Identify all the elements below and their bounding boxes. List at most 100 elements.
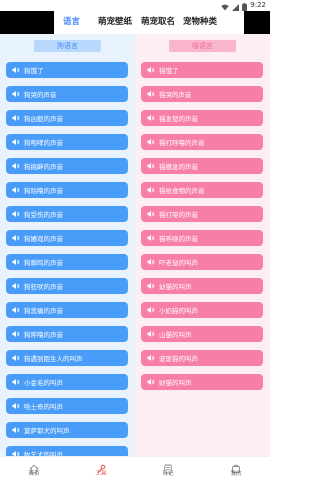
tab-pet-wallpaper[interactable]: 萌宠壁纸 xyxy=(98,11,132,34)
cat-sound-item[interactable]: 波斯猫的叫声 xyxy=(141,350,263,366)
speaker-icon xyxy=(12,210,20,218)
cat-sound-label: 山猫的叫声 xyxy=(159,331,192,339)
speaker-icon xyxy=(12,186,20,194)
dog-sound-item[interactable]: 狗狂吠的声音 xyxy=(6,278,128,294)
speaker-icon xyxy=(147,378,155,386)
dog-sound-item[interactable]: 狗嬉戏的声音 xyxy=(6,230,128,246)
speaker-icon xyxy=(12,354,20,362)
speaker-icon xyxy=(147,186,155,194)
speaker-icon xyxy=(12,258,20,266)
profile-icon xyxy=(231,459,241,473)
dog-sound-item[interactable]: 狗悲痛的声音 xyxy=(6,302,128,318)
speaker-icon xyxy=(12,378,20,386)
tabbar-left-block xyxy=(0,11,54,34)
dog-language-column: 狗语言 狗饿了 狗哭的声音 狗凶狠的声音 狗咆哮的声音 狗挑衅的声音 狗咕噜的声音 狗受伤的… xyxy=(0,34,135,456)
cat-sound-item[interactable]: 财猫的叫声 xyxy=(141,374,263,390)
dog-sound-item[interactable]: 狗受伤的声音 xyxy=(6,206,128,222)
home-icon xyxy=(29,459,39,474)
speaker-icon xyxy=(12,402,20,410)
cat-sound-item[interactable]: 猫打架的声音 xyxy=(141,206,263,222)
cat-sound-item[interactable]: 吓老鼠的叫声 xyxy=(141,254,263,270)
nav-home-label: 首页 xyxy=(28,471,40,477)
dog-sound-label: 狗遇到陌生人的叫声 xyxy=(24,355,83,363)
cat-column-header: 喵语言 xyxy=(169,40,236,52)
status-icons: 9:22 xyxy=(221,1,266,11)
dog-sound-label: 狗饿了 xyxy=(24,67,44,75)
dog-sound-item[interactable]: 狗咕噜的声音 xyxy=(6,182,128,198)
cat-sound-item[interactable]: 猫哭的声音 xyxy=(141,86,263,102)
dog-sound-item[interactable]: 狗咆哮的声音 xyxy=(6,134,128,150)
cat-sound-item[interactable]: 小奶猫的叫声 xyxy=(141,302,263,318)
nav-diary-label: 日记 xyxy=(162,471,174,477)
dog-sound-item[interactable]: 牧羊犬的叫声 xyxy=(6,446,128,456)
dog-sound-label: 莫萨耶犬的叫声 xyxy=(24,427,70,435)
dog-sound-label: 狗嘶鸣的声音 xyxy=(24,259,63,267)
speaker-icon xyxy=(12,114,20,122)
dog-sound-item[interactable]: 狗哭的声音 xyxy=(6,86,128,102)
dog-sound-label: 狗狂吠的声音 xyxy=(24,283,63,291)
speaker-icon xyxy=(12,234,20,242)
dog-sound-label: 狗凶狠的声音 xyxy=(24,115,63,123)
dog-sound-item[interactable]: 哈士奇的叫声 xyxy=(6,398,128,414)
cat-sound-label: 猫呼唤的声音 xyxy=(159,235,198,243)
tabbar-right-block xyxy=(244,11,270,34)
dog-sound-label: 狗悲痛的声音 xyxy=(24,307,63,315)
dog-sound-label: 狗咕噜的声音 xyxy=(24,187,63,195)
nav-mine[interactable]: 我的 xyxy=(216,459,256,478)
speaker-icon xyxy=(147,138,155,146)
dog-sound-label: 哈士奇的叫声 xyxy=(24,403,63,411)
dog-sound-label: 狗咆哮的声音 xyxy=(24,139,63,147)
cat-sound-label: 猫抢食物的声音 xyxy=(159,187,205,195)
cat-sound-item[interactable]: 猫打呼噜的声音 xyxy=(141,134,263,150)
dog-sound-list: 狗饿了狗哭的声音狗凶狠的声音 狗咆哮的声音 狗挑衅的声音 狗咕噜的声音 狗受伤的声音 狗嬉… xyxy=(6,62,128,456)
dog-sound-item[interactable]: 莫萨耶犬的叫声 xyxy=(6,422,128,438)
dog-sound-label: 狗受伤的声音 xyxy=(24,211,63,219)
dog-sound-label: 狗嬉戏的声音 xyxy=(24,235,63,243)
cat-sound-label: 猫饿了 xyxy=(159,67,179,75)
dog-sound-item[interactable]: 小金毛的叫声 xyxy=(6,374,128,390)
speaker-icon xyxy=(147,90,155,98)
cat-sound-label: 波斯猫的叫声 xyxy=(159,355,198,363)
speaker-icon xyxy=(147,258,155,266)
cat-sound-item[interactable]: 猫呼唤的声音 xyxy=(141,230,263,246)
speaker-icon xyxy=(12,138,20,146)
dog-sound-item[interactable]: 狗凶狠的声音 xyxy=(6,110,128,126)
speaker-icon xyxy=(12,330,20,338)
speaker-icon xyxy=(147,282,155,290)
nav-tools[interactable]: 工具 xyxy=(81,459,121,478)
cat-sound-item[interactable]: 猫抢食物的声音 xyxy=(141,182,263,198)
dog-sound-label: 狗哭的声音 xyxy=(24,91,57,99)
cat-sound-item[interactable]: 猫发怒的声音 xyxy=(141,110,263,126)
dog-sound-label: 狗挑衅的声音 xyxy=(24,163,63,171)
nav-home[interactable]: 首页 xyxy=(14,459,54,478)
dog-sound-label: 小金毛的叫声 xyxy=(24,379,63,387)
cat-sound-item[interactable]: 幼猫的叫声 xyxy=(141,278,263,294)
speaker-icon xyxy=(147,354,155,362)
nav-mine-label: 我的 xyxy=(230,471,242,477)
dog-sound-item[interactable]: 狗饿了 xyxy=(6,62,128,78)
speaker-icon xyxy=(12,306,20,314)
cat-sound-item[interactable]: 山猫的叫声 xyxy=(141,326,263,342)
dog-sound-label: 牧羊犬的叫声 xyxy=(24,451,63,456)
speaker-icon xyxy=(147,210,155,218)
cat-sound-label: 财猫的叫声 xyxy=(159,379,192,387)
tab-pet-breeds[interactable]: 宠物种类 xyxy=(183,11,217,34)
top-tab-bar: 语言 萌宠壁纸 萌宠取名 宠物种类 xyxy=(0,11,270,34)
dog-sound-item[interactable]: 狗嘶鸣的声音 xyxy=(6,254,128,270)
speaker-icon xyxy=(12,66,20,74)
nav-diary[interactable]: 日记 xyxy=(148,459,188,478)
bottom-nav: 首页 工具 日记 我的 xyxy=(0,456,270,480)
dog-sound-item[interactable]: 狗遇到陌生人的叫声 xyxy=(6,350,128,366)
cat-sound-item[interactable]: 猫饿了 xyxy=(141,62,263,78)
cat-sound-label: 猫打呼噜的声音 xyxy=(159,139,205,147)
tab-pet-naming[interactable]: 萌宠取名 xyxy=(141,11,175,34)
dog-sound-item[interactable]: 狗呼噜的声音 xyxy=(6,326,128,342)
cat-sound-label: 猫打架的声音 xyxy=(159,211,198,219)
dog-sound-item[interactable]: 狗挑衅的声音 xyxy=(6,158,128,174)
tab-language[interactable]: 语言 xyxy=(63,11,80,34)
speaker-icon xyxy=(147,234,155,242)
cat-sound-label: 猫哭的声音 xyxy=(159,91,192,99)
cat-sound-label: 猫撒息的声音 xyxy=(159,163,198,171)
cat-sound-item[interactable]: 猫撒息的声音 xyxy=(141,158,263,174)
speaker-icon xyxy=(12,282,20,290)
